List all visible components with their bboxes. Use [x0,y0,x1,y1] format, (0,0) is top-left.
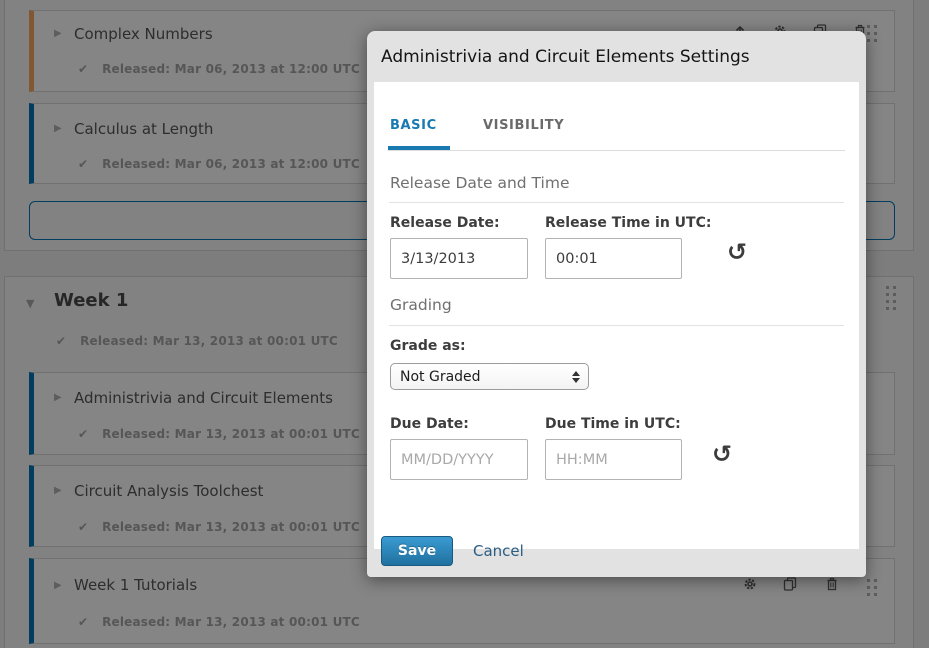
tab-basic[interactable]: BASIC [390,118,437,133]
settings-modal: Administrivia and Circuit Elements Setti… [367,31,866,577]
undo-icon[interactable]: ↺ [727,240,747,264]
tab-divider [388,150,845,151]
release-time-label: Release Time in UTC: [545,215,711,231]
tab-visibility[interactable]: VISIBILITY [483,118,564,133]
grade-as-label: Grade as: [390,338,466,354]
due-date-label: Due Date: [390,416,469,432]
due-time-label: Due Time in UTC: [545,416,681,432]
release-date-label: Release Date: [390,215,500,231]
modal-title: Administrivia and Circuit Elements Setti… [381,47,750,67]
modal-body: BASIC VISIBILITY Release Date and Time R… [374,82,859,549]
grade-as-select[interactable]: Not Graded [390,363,589,390]
selected-grade-value: Not Graded [391,369,572,385]
release-date-input[interactable] [390,238,528,279]
release-time-input[interactable] [545,238,682,279]
save-button[interactable]: Save [381,536,453,566]
studio-course-outline-page: ▶ Complex Numbers ✔Released: Mar 06, 201… [0,0,929,648]
due-date-input[interactable] [390,439,528,480]
cancel-link[interactable]: Cancel [473,542,524,560]
undo-icon[interactable]: ↺ [712,442,732,466]
divider [389,325,844,326]
release-section-heading: Release Date and Time [390,174,569,192]
select-stepper-icon [572,371,580,383]
grading-section-heading: Grading [390,296,452,314]
due-time-input[interactable] [545,439,682,480]
divider [389,202,844,203]
